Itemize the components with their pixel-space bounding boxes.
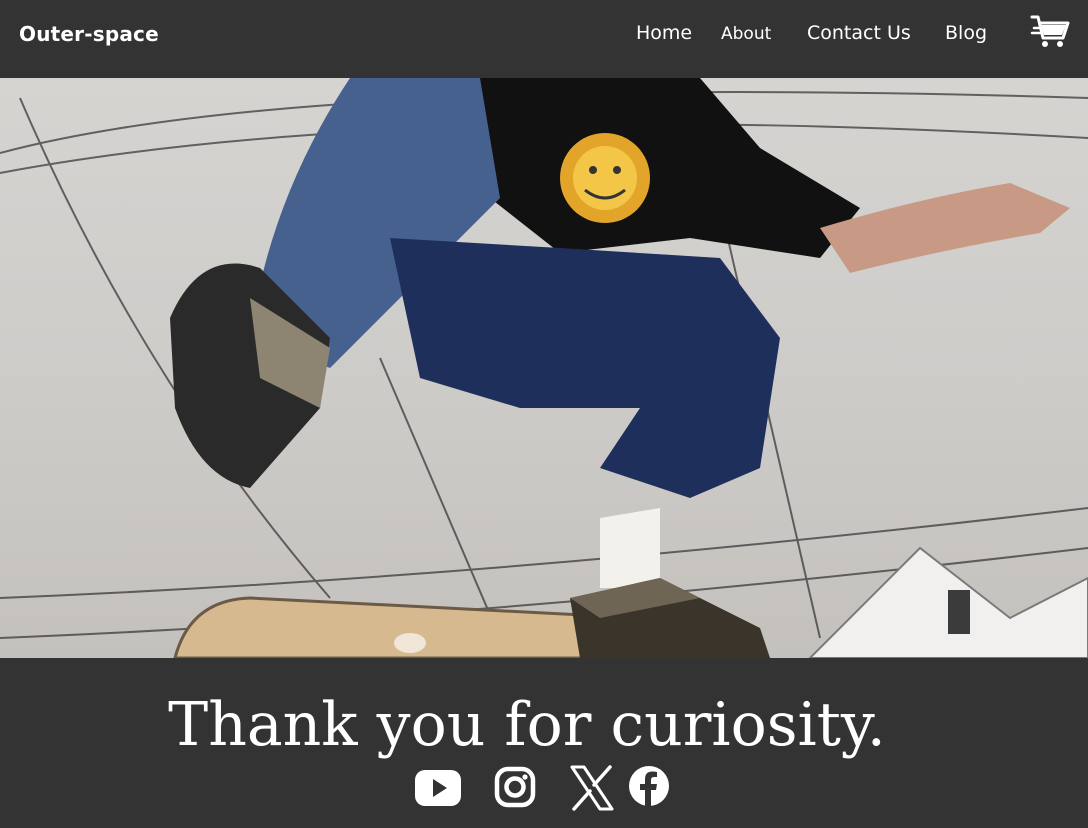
instagram-icon[interactable] [494, 766, 536, 812]
shopping-cart-icon[interactable] [1030, 14, 1070, 50]
facebook-icon[interactable] [628, 765, 670, 811]
top-navbar: Outer-space Home About Contact Us Blog [0, 0, 1088, 78]
social-links [0, 764, 1088, 812]
x-icon[interactable] [570, 765, 614, 815]
thank-you-message: Thank you for curiosity. [168, 690, 886, 760]
nav-blog-link[interactable]: Blog [945, 22, 987, 44]
site-footer: Thank you for curiosity. [0, 658, 1088, 828]
hero-image [0, 78, 1088, 658]
skateboarder-photo [0, 78, 1088, 658]
shopping-cart-glyph [1030, 15, 1070, 47]
nav-contact-link[interactable]: Contact Us [807, 22, 911, 44]
nav-about-link[interactable]: About [721, 24, 771, 44]
youtube-icon[interactable] [415, 770, 461, 810]
nav-home-link[interactable]: Home [636, 22, 692, 44]
nav-links: Home About Contact Us Blog [0, 22, 1088, 52]
